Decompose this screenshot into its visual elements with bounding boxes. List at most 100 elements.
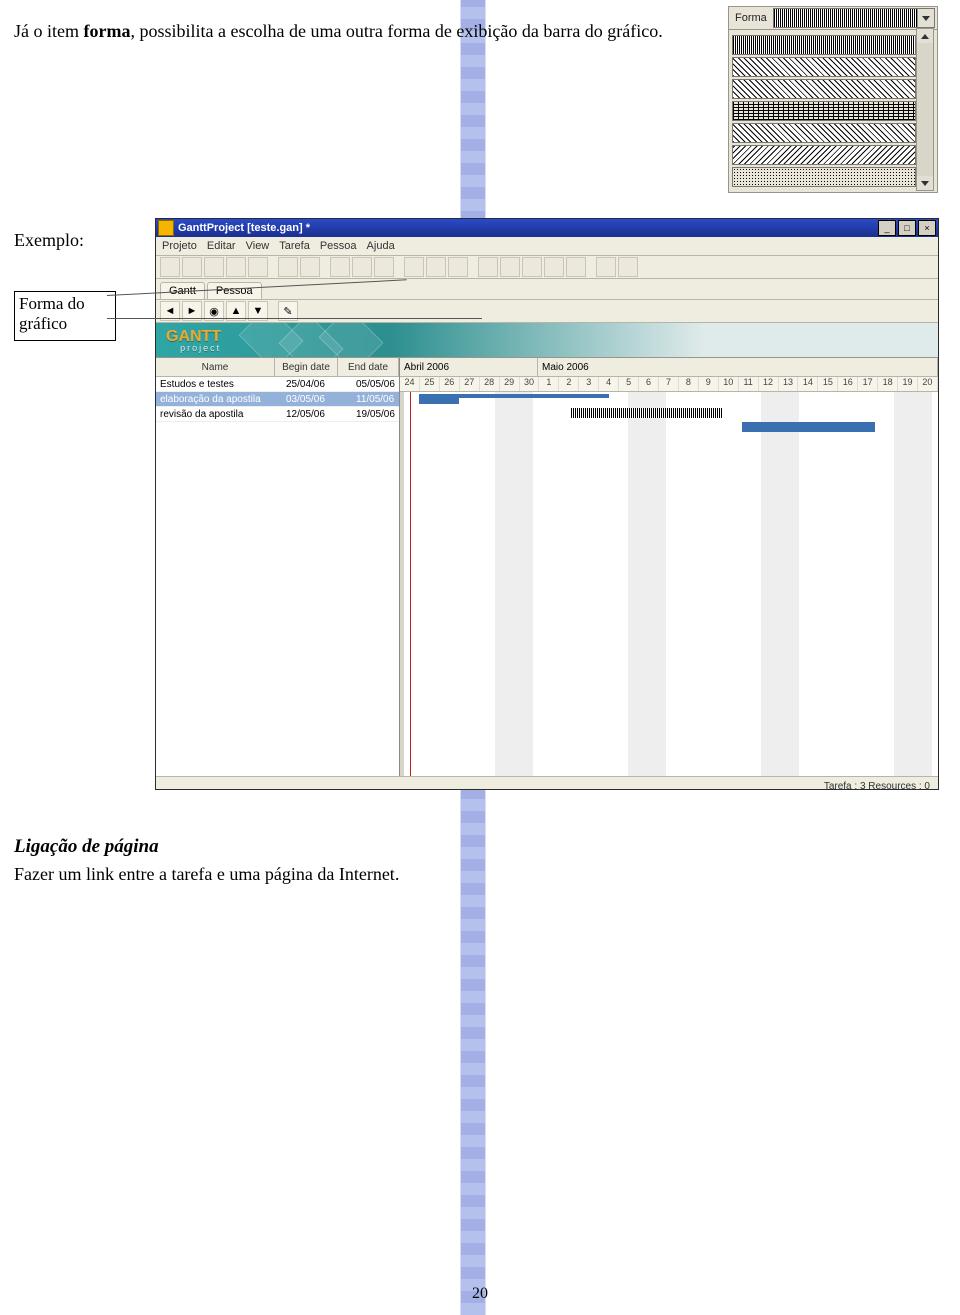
gantt-bar-task1[interactable]: [419, 394, 459, 404]
gantt-bar-task2[interactable]: [571, 408, 723, 418]
app-icon: [158, 220, 174, 236]
callout-leader-1: [107, 318, 482, 320]
cell-name: revisão da apostila: [156, 409, 282, 420]
pattern-option-dots[interactable]: [732, 167, 916, 187]
section-title: Ligação de página: [14, 836, 936, 858]
day-cell: 20: [918, 377, 938, 391]
status-text: Tarefa : 3 Resources : 0: [824, 781, 938, 791]
table-row[interactable]: revisão da apostila 12/05/06 19/05/06: [156, 407, 399, 422]
toolbar-save-icon[interactable]: [204, 257, 224, 277]
toolbar-newtask-icon[interactable]: [404, 257, 424, 277]
scroll-up-icon[interactable]: [917, 29, 933, 43]
menu-pessoa[interactable]: Pessoa: [320, 240, 357, 252]
toolbar-taskprop-icon[interactable]: [448, 257, 468, 277]
view-tabbar: Gantt Pessoa: [156, 279, 938, 300]
day-cell: 14: [798, 377, 818, 391]
toolbar-export-icon[interactable]: [248, 257, 268, 277]
maximize-button[interactable]: □: [898, 220, 916, 236]
pattern-option-diag-left[interactable]: [732, 145, 916, 165]
table-header-row: Name Begin date End date: [156, 358, 399, 377]
toolbar-zoomin-icon[interactable]: [544, 257, 564, 277]
toolbar-redo-icon[interactable]: [618, 257, 638, 277]
toolbar-print-icon[interactable]: [278, 257, 298, 277]
forma-dropdown-arrow[interactable]: [917, 9, 934, 27]
pattern-option-crosshatch[interactable]: [732, 57, 916, 77]
day-cell: 13: [779, 377, 799, 391]
scroll-down-icon[interactable]: [917, 176, 933, 190]
toolbar-open-icon[interactable]: [182, 257, 202, 277]
ganttproject-window: GanttProject [teste.gan] * _ □ × Projeto…: [155, 218, 939, 790]
pattern-option-vertical-lines[interactable]: [732, 35, 916, 55]
close-button[interactable]: ×: [918, 220, 936, 236]
toolbar-indent-icon[interactable]: [478, 257, 498, 277]
toolbar-preview-icon[interactable]: [300, 257, 320, 277]
toolbar-cut-icon[interactable]: [330, 257, 350, 277]
callout-forma-do-grafico: Forma do gráfico: [14, 291, 116, 341]
gantt-logo: GANTT project: [156, 328, 221, 353]
day-cell: 26: [440, 377, 460, 391]
day-cell: 18: [878, 377, 898, 391]
toolbar-deltask-icon[interactable]: [426, 257, 446, 277]
forma-scrollbar[interactable]: [916, 28, 934, 191]
day-cell: 19: [898, 377, 918, 391]
cell-name: Estudos e testes: [156, 379, 282, 390]
day-cell: 16: [838, 377, 858, 391]
menu-view[interactable]: View: [246, 240, 270, 252]
day-cell: 3: [579, 377, 599, 391]
menu-tarefa[interactable]: Tarefa: [279, 240, 310, 252]
gantt-body[interactable]: [400, 392, 938, 776]
intro-bold: forma: [84, 21, 131, 41]
pattern-option-diag-right[interactable]: [732, 123, 916, 143]
day-cell: 11: [739, 377, 759, 391]
day-header: 24 25 26 27 28 29 30 1 2 3 4 5 6 7 8 9 1: [400, 377, 938, 392]
cell-end: 11/05/06: [352, 394, 399, 405]
day-cell: 7: [659, 377, 679, 391]
col-begin[interactable]: Begin date: [275, 358, 338, 376]
intro-post: , possibilita a escolha de uma outra for…: [130, 21, 662, 41]
main-toolbar: [156, 256, 938, 279]
scroll-track[interactable]: [917, 43, 933, 176]
toolbar-zoomout-icon[interactable]: [566, 257, 586, 277]
gantt-bar-task3[interactable]: [742, 422, 875, 432]
day-cell: 12: [759, 377, 779, 391]
day-cell: 28: [480, 377, 500, 391]
toolbar-undo-icon[interactable]: [596, 257, 616, 277]
gantt-chart: Abril 2006 Maio 2006 24 25 26 27 28 29 3…: [400, 358, 938, 776]
today-marker: [410, 392, 411, 776]
col-end[interactable]: End date: [338, 358, 399, 376]
table-row[interactable]: elaboração da apostila 03/05/06 11/05/06: [156, 392, 399, 407]
pattern-option-dashed[interactable]: [732, 101, 916, 121]
cell-end: 19/05/06: [352, 409, 399, 420]
day-cell: 1: [539, 377, 559, 391]
day-cell: 4: [599, 377, 619, 391]
toolbar-outdent-icon[interactable]: [500, 257, 520, 277]
day-cell: 8: [679, 377, 699, 391]
menu-ajuda[interactable]: Ajuda: [367, 240, 395, 252]
day-cell: 6: [639, 377, 659, 391]
day-cell: 25: [420, 377, 440, 391]
forma-combo-row: Forma: [728, 6, 938, 30]
menu-projeto[interactable]: Projeto: [162, 240, 197, 252]
table-row[interactable]: Estudos e testes 25/04/06 05/05/06: [156, 377, 399, 392]
toolbar-copy-icon[interactable]: [352, 257, 372, 277]
cell-name: elaboração da apostila: [156, 394, 282, 405]
window-titlebar[interactable]: GanttProject [teste.gan] * _ □ ×: [156, 219, 938, 237]
menu-editar[interactable]: Editar: [207, 240, 236, 252]
weekend-shade: [628, 392, 666, 776]
minimize-button[interactable]: _: [878, 220, 896, 236]
day-cell: 2: [559, 377, 579, 391]
day-cell: 17: [858, 377, 878, 391]
day-cell: 24: [400, 377, 420, 391]
toolbar-new-icon[interactable]: [160, 257, 180, 277]
month-maio: Maio 2006: [538, 358, 938, 376]
toolbar-link-icon[interactable]: [522, 257, 542, 277]
section-ligacao: Ligação de página Fazer um link entre a …: [14, 836, 936, 885]
toolbar-paste-icon[interactable]: [374, 257, 394, 277]
forma-combo[interactable]: [773, 8, 935, 28]
col-name[interactable]: Name: [156, 358, 275, 376]
gantt-banner: GANTT project: [156, 323, 938, 358]
pattern-option-grid[interactable]: [732, 79, 916, 99]
toolbar-import-icon[interactable]: [226, 257, 246, 277]
menubar: Projeto Editar View Tarefa Pessoa Ajuda: [156, 237, 938, 256]
content-area: Name Begin date End date Estudos e teste…: [156, 358, 938, 776]
